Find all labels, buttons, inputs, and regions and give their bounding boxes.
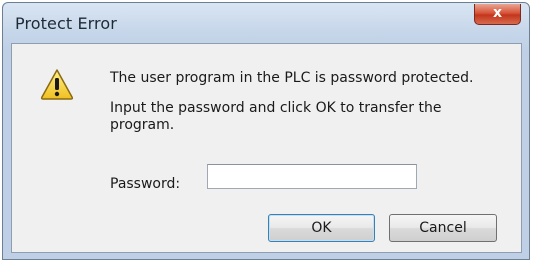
ok-button[interactable]: OK	[268, 214, 375, 242]
warning-icon	[40, 69, 74, 100]
password-field[interactable]	[207, 164, 417, 189]
close-button[interactable]: x	[474, 4, 521, 25]
cancel-button[interactable]: Cancel	[389, 214, 497, 242]
password-label: Password:	[110, 176, 181, 192]
dialog-body: The user program in the PLC is password …	[11, 43, 522, 253]
dialog-title: Protect Error	[15, 14, 117, 33]
message-line-1: The user program in the PLC is password …	[110, 70, 474, 86]
message-line-2: Input the password and click OK to trans…	[110, 100, 442, 133]
title-bar[interactable]: Protect Error x	[3, 3, 529, 43]
protect-error-dialog: Protect Error x The user program in the …	[2, 2, 530, 260]
